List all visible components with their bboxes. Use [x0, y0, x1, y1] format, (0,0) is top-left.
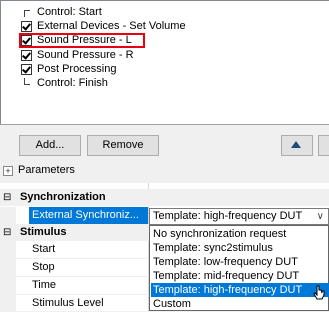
- dropdown-option-highlighted[interactable]: Template: high-frequency DUT: [151, 283, 329, 297]
- collapse-icon[interactable]: ⊟: [0, 224, 16, 241]
- step-label: Control: Finish: [37, 77, 108, 89]
- collapse-icon[interactable]: ⊟: [0, 189, 16, 206]
- remove-button[interactable]: Remove: [87, 135, 159, 156]
- selection-highlight-box: [19, 33, 145, 48]
- parameters-heading: Parameters: [18, 164, 75, 176]
- dropdown-option[interactable]: Template: low-frequency DUT: [151, 255, 329, 269]
- property-name: Time: [32, 279, 57, 291]
- add-button[interactable]: Add...: [19, 135, 81, 156]
- property-name: Stimulus Level: [32, 297, 104, 309]
- step-label: Control: Start: [37, 6, 102, 18]
- checkmark-icon: [22, 50, 31, 60]
- checkmark-icon: [22, 64, 31, 74]
- dropdown-option[interactable]: No synchronization request: [151, 227, 329, 241]
- row-gutter: [0, 277, 16, 294]
- dropdown-option[interactable]: Template: mid-frequency DUT: [151, 269, 329, 283]
- dropdown-list[interactable]: No synchronization request Template: syn…: [149, 225, 329, 311]
- dropdown-option[interactable]: Custom: [151, 297, 329, 311]
- arrow-up-icon: [291, 141, 301, 148]
- step-label: Post Processing: [37, 63, 117, 75]
- step-label: External Devices - Set Volume: [37, 20, 186, 32]
- bracket-start-icon: [24, 10, 30, 17]
- row-gutter: [0, 207, 16, 224]
- row-gutter: [0, 241, 16, 258]
- checkmark-icon: [22, 21, 31, 31]
- step-checkbox[interactable]: [21, 64, 32, 75]
- step-list[interactable]: Control: Start External Devices - Set Vo…: [0, 0, 329, 124]
- property-name: Stop: [32, 261, 55, 273]
- property-name: Start: [32, 243, 56, 255]
- step-checkbox[interactable]: [21, 50, 32, 61]
- category-label: Synchronization: [20, 191, 106, 203]
- divider: [0, 124, 329, 125]
- step-checkbox[interactable]: [21, 21, 32, 32]
- move-up-button[interactable]: [281, 135, 313, 156]
- sync-template-select[interactable]: Template: high-frequency DUT ∨: [149, 208, 329, 225]
- property-name: External Synchroniz...: [29, 207, 148, 224]
- category-synchronization[interactable]: ⊟ Synchronization: [0, 189, 329, 206]
- row-gutter: [0, 259, 16, 276]
- chevron-down-icon[interactable]: ∨: [317, 209, 324, 224]
- row-gutter: [0, 295, 16, 312]
- move-down-button[interactable]: [318, 135, 329, 156]
- dropdown-option[interactable]: Template: sync2stimulus: [151, 241, 329, 255]
- bracket-end-icon: [24, 78, 30, 85]
- hand-cursor-icon: [313, 285, 325, 300]
- select-value: Template: high-frequency DUT: [153, 210, 303, 222]
- expand-parameters-icon[interactable]: +: [3, 166, 13, 176]
- step-label: Sound Pressure - R: [37, 49, 134, 61]
- category-label: Stimulus: [20, 226, 67, 238]
